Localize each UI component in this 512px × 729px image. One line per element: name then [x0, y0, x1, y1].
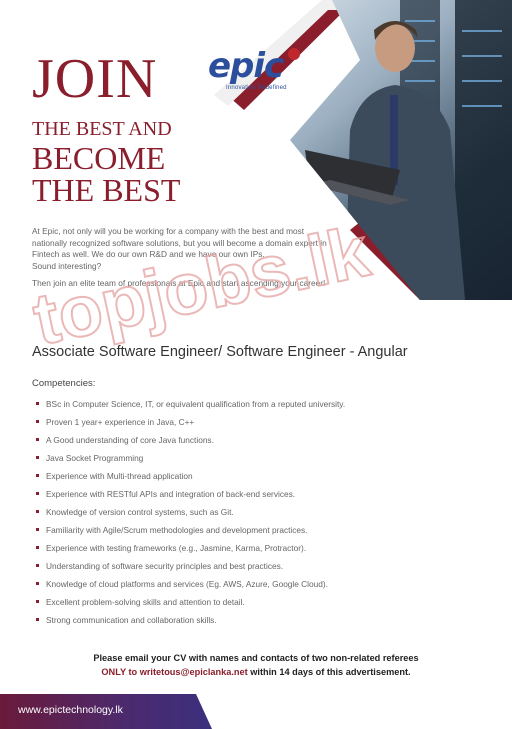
competency-text: Excellent problem-solving skills and att…	[46, 597, 245, 607]
bullet-icon	[36, 600, 39, 603]
competency-item: Experience with RESTful APIs and integra…	[36, 487, 345, 505]
apply-instructions: Please email your CV with names and cont…	[0, 651, 512, 679]
bullet-icon	[36, 438, 39, 441]
bullet-icon	[36, 474, 39, 477]
apply-email[interactable]: ONLY to writetous@epiclanka.net	[101, 667, 247, 677]
intro-p1b-text: Sound interesting?	[32, 260, 102, 271]
bullet-icon	[36, 420, 39, 423]
logo-tagline: Innovation Redefined	[226, 85, 287, 91]
bullet-icon	[36, 510, 39, 513]
headline-line-3: THE BEST	[32, 172, 181, 208]
bullet-icon	[36, 402, 39, 405]
competency-item: A Good understanding of core Java functi…	[36, 433, 345, 451]
competency-item: BSc in Computer Science, IT, or equivale…	[36, 397, 345, 415]
epic-logo: epic Innovation Redefined	[208, 48, 312, 96]
competency-item: Excellent problem-solving skills and att…	[36, 595, 345, 613]
competencies-list: BSc in Computer Science, IT, or equivale…	[36, 397, 345, 631]
competency-text: A Good understanding of core Java functi…	[46, 435, 214, 445]
intro-text: At Epic, not only will you be working fo…	[32, 226, 332, 296]
bullet-icon	[36, 564, 39, 567]
competency-item: Experience with Multi-thread application	[36, 469, 345, 487]
competency-item: Knowledge of version control systems, su…	[36, 505, 345, 523]
job-advert-page: epic Innovation Redefined JOIN THE BEST …	[0, 0, 512, 729]
job-title: Associate Software Engineer/ Software En…	[32, 344, 408, 360]
headline-line-2: BECOME	[32, 140, 166, 176]
bullet-icon	[36, 618, 39, 621]
competency-item: Familiarity with Agile/Scrum methodologi…	[36, 523, 345, 541]
competency-text: BSc in Computer Science, IT, or equivale…	[46, 399, 346, 409]
competency-text: Strong communication and collaboration s…	[46, 615, 217, 625]
headline-line-1: THE BEST AND	[32, 118, 172, 140]
headline-join: JOIN	[32, 48, 158, 110]
competency-item: Knowledge of cloud platforms and service…	[36, 577, 345, 595]
bullet-icon	[36, 528, 39, 531]
competency-text: Knowledge of cloud platforms and service…	[46, 579, 328, 589]
competency-text: Experience with testing frameworks (e.g.…	[46, 543, 307, 553]
bullet-icon	[36, 546, 39, 549]
apply-line-1: Please email your CV with names and cont…	[93, 653, 419, 663]
competency-text: Proven 1 year+ experience in Java, C++	[46, 417, 195, 427]
competency-item: Proven 1 year+ experience in Java, C++	[36, 415, 345, 433]
competency-text: Understanding of software security princ…	[46, 561, 284, 571]
intro-paragraph-2: Then join an elite team of professionals…	[32, 278, 326, 288]
apply-line-2: ONLY to writetous@epiclanka.net within 1…	[0, 665, 512, 679]
competency-item: Understanding of software security princ…	[36, 559, 345, 577]
competency-item: Java Socket Programming	[36, 451, 345, 469]
website-link[interactable]: www.epictechnology.lk	[18, 704, 123, 716]
competency-item: Experience with testing frameworks (e.g.…	[36, 541, 345, 559]
apply-deadline: within 14 days of this advertisement.	[247, 667, 411, 677]
logo-wordmark: epic	[208, 46, 284, 86]
competency-item: Strong communication and collaboration s…	[36, 613, 345, 631]
logo-dot-icon	[288, 48, 300, 60]
intro-p1-text: At Epic, not only will you be working fo…	[32, 226, 327, 259]
competency-text: Java Socket Programming	[46, 453, 144, 463]
bullet-icon	[36, 582, 39, 585]
bullet-icon	[36, 492, 39, 495]
competency-text: Experience with RESTful APIs and integra…	[46, 489, 296, 499]
competency-text: Knowledge of version control systems, su…	[46, 507, 234, 517]
competency-text: Familiarity with Agile/Scrum methodologi…	[46, 525, 308, 535]
competency-text: Experience with Multi-thread application	[46, 471, 193, 481]
bullet-icon	[36, 456, 39, 459]
competencies-heading: Competencies:	[32, 378, 96, 389]
intro-paragraph-1: At Epic, not only will you be working fo…	[32, 226, 332, 272]
